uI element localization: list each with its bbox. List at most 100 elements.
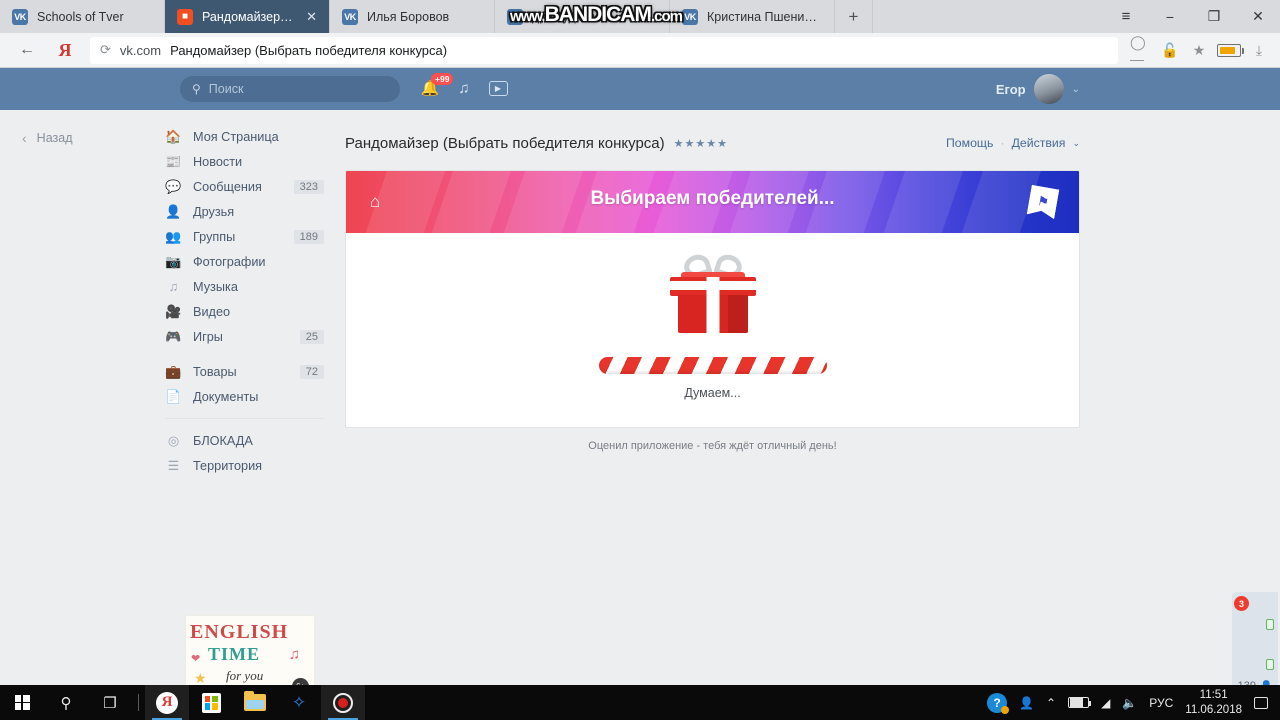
ad-image: ENGLISH TIME for you ❤ ★ ♫ 6+ xyxy=(185,615,315,685)
ad-image-line2: TIME xyxy=(208,644,261,664)
sidebar-item-label: Музыка xyxy=(193,279,238,294)
sidebar: 🏠 Моя Страница 📰 Новости 💬 Сообщения 323… xyxy=(165,124,330,478)
url-input[interactable]: ⟳ vk.com Рандомайзер (Выбрать победителя… xyxy=(90,36,1118,64)
header-icon-group: 🔔 +99 ♫ ▶ xyxy=(420,73,508,99)
tab-bar-spacer xyxy=(873,0,1104,33)
browser-tab-schools-of-tver[interactable]: VK Schools of Tver xyxy=(0,0,165,33)
taskbar-search-button[interactable]: ⚲ xyxy=(44,685,88,720)
online-friends-widget[interactable]: 3 139 👤 xyxy=(1232,592,1278,685)
yandex-logo-icon[interactable]: Я xyxy=(48,37,82,63)
content-header-actions: Помощь · Действия ⌄ xyxy=(946,136,1080,150)
close-window-button[interactable]: ✕ xyxy=(1236,0,1280,33)
sidebar-item-gruppy[interactable]: 👥 Группы 189 xyxy=(165,224,330,249)
battery-icon[interactable] xyxy=(1068,697,1092,708)
sidebar-item-count: 72 xyxy=(299,364,324,379)
taskbar-app-yandex-browser[interactable]: Я xyxy=(145,685,189,720)
store-icon xyxy=(201,692,221,713)
sidebar-item-fotografii[interactable]: 📷 Фотографии xyxy=(165,249,330,274)
help-icon[interactable]: ? xyxy=(987,692,1010,714)
chat-avatar-2[interactable] xyxy=(1240,640,1274,670)
search-input[interactable]: ⚲ Поиск xyxy=(180,76,400,102)
main-content: Рандомайзер (Выбрать победителя конкурса… xyxy=(345,124,1080,452)
watermark-main: BANDICAM xyxy=(544,3,652,26)
progress-label: Думаем... xyxy=(684,386,741,400)
bookmark-star-icon[interactable]: ★ xyxy=(1188,39,1210,61)
sidebar-item-label: Товары xyxy=(193,364,237,379)
home-icon: 🏠 xyxy=(165,128,182,144)
start-button[interactable] xyxy=(0,685,44,720)
downloads-icon[interactable]: ⤓ xyxy=(1248,39,1270,61)
browser-tab-kristina-pshenichnaya[interactable]: VK Кристина Пшеничная xyxy=(670,0,835,33)
avatar xyxy=(1033,74,1064,104)
sidebar-item-tovary[interactable]: 💼 Товары 72 xyxy=(165,359,330,384)
people-icon[interactable]: 👤 xyxy=(1019,696,1034,710)
chat-avatar-1[interactable]: 3 xyxy=(1234,596,1274,630)
volume-icon[interactable]: 🔈 xyxy=(1122,696,1137,710)
flag-icon[interactable]: ⚑ xyxy=(1027,185,1060,219)
browser-tab-randomizer[interactable]: ■ Рандомайзер (Выбра ✕ xyxy=(165,0,330,33)
age-rating-badge: 6+ xyxy=(292,678,309,685)
sidebar-item-territoriya[interactable]: ☰ Территория xyxy=(165,453,330,478)
sidebar-item-moya-stranica[interactable]: 🏠 Моя Страница xyxy=(165,124,330,149)
show-hidden-icons-chevron-icon[interactable]: ⌃ xyxy=(1046,696,1056,710)
chevron-down-icon: ⌄ xyxy=(1072,137,1080,148)
camera-icon: 📷 xyxy=(165,253,182,269)
taskbar-app-microsoft-store[interactable] xyxy=(189,685,233,720)
taskbar-app-screen-recorder[interactable] xyxy=(321,685,365,720)
back-navigation-button[interactable]: ← xyxy=(10,37,44,63)
browser-address-bar: ← Я ⟳ vk.com Рандомайзер (Выбрать победи… xyxy=(0,33,1280,68)
clock[interactable]: 11:51 11.06.2018 xyxy=(1185,688,1242,717)
music-icon[interactable]: ♫ xyxy=(454,77,474,99)
browser-tab-ilya-borovov[interactable]: VK Илья Боровов xyxy=(330,0,495,33)
notifications-badge: +99 xyxy=(431,73,454,86)
vk-favicon-icon: VK xyxy=(12,8,28,25)
language-indicator[interactable]: РУС xyxy=(1149,696,1173,710)
url-page-title: Рандомайзер (Выбрать победителя конкурса… xyxy=(170,42,448,58)
user-menu[interactable]: Егор ⌄ xyxy=(996,74,1080,104)
sidebar-item-label: Территория xyxy=(193,458,263,473)
task-view-button[interactable]: ❐ xyxy=(88,685,132,720)
banner-title: Выбираем победителей... xyxy=(590,188,835,209)
wifi-icon[interactable]: ◢ xyxy=(1101,696,1110,710)
lock-icon[interactable]: 🔓 xyxy=(1159,39,1181,61)
sidebar-advertisement[interactable]: ENGLISH TIME for you ❤ ★ ♫ 6+ Английский… xyxy=(185,615,321,685)
notifications-bell-icon[interactable]: 🔔 +99 xyxy=(420,73,454,99)
tab-title: Рандомайзер (Выбра xyxy=(202,9,295,24)
sidebar-item-blokada[interactable]: ◎ БЛОКАДА xyxy=(165,428,330,453)
sidebar-item-muzyka[interactable]: ♫ Музыка xyxy=(165,274,330,299)
sidebar-item-label: Документы xyxy=(193,389,259,404)
yandex-icon: Я xyxy=(156,691,178,714)
tab-close-icon[interactable]: ✕ xyxy=(306,9,317,25)
minimize-button[interactable]: − xyxy=(1148,0,1192,33)
sidebar-item-dokumenty[interactable]: 📄 Документы xyxy=(165,384,330,409)
actions-link[interactable]: Действия xyxy=(1012,136,1066,150)
help-link[interactable]: Помощь xyxy=(946,136,994,150)
restore-button[interactable]: ❐ xyxy=(1192,0,1236,33)
sidebar-item-druzya[interactable]: 👤 Друзья xyxy=(165,199,330,224)
taskbar-app-file-explorer[interactable] xyxy=(233,685,277,720)
new-tab-button[interactable]: + xyxy=(835,0,873,33)
clock-date: 11.06.2018 xyxy=(1185,703,1242,716)
sidebar-item-igry[interactable]: 🎮 Игры 25 xyxy=(165,324,330,349)
notification-icon[interactable] xyxy=(1254,696,1268,709)
reload-icon[interactable]: ⟳ xyxy=(100,42,111,58)
star-icon: ★ xyxy=(194,670,207,685)
sidebar-item-soobshcheniya[interactable]: 💬 Сообщения 323 xyxy=(165,174,330,199)
rating-stars[interactable]: ★★★★★ xyxy=(674,137,728,150)
video-icon[interactable]: ▶ xyxy=(488,77,508,99)
browser-menu-icon[interactable]: ≡ xyxy=(1104,0,1148,33)
sidebar-item-video[interactable]: 🎥 Видео xyxy=(165,299,330,324)
news-icon: 📰 xyxy=(165,153,182,169)
progress-bar xyxy=(598,357,827,374)
back-link[interactable]: ‹ Назад xyxy=(22,130,73,146)
tab-title: Кристина Пшеничная xyxy=(707,9,822,24)
message-icon: 💬 xyxy=(165,178,182,194)
user-name: Егор xyxy=(995,81,1026,97)
cast-icon[interactable]: ◯— xyxy=(1130,34,1152,67)
search-placeholder: Поиск xyxy=(208,82,244,96)
vk-top-header: ⚲ Поиск 🔔 +99 ♫ ▶ Егор ⌄ xyxy=(0,68,1280,110)
sidebar-item-label: Игры xyxy=(193,329,223,344)
taskbar-app-dropbox[interactable]: ✧ xyxy=(277,685,321,720)
sidebar-item-novosti[interactable]: 📰 Новости xyxy=(165,149,330,174)
sidebar-item-label: Фотографии xyxy=(193,254,266,269)
